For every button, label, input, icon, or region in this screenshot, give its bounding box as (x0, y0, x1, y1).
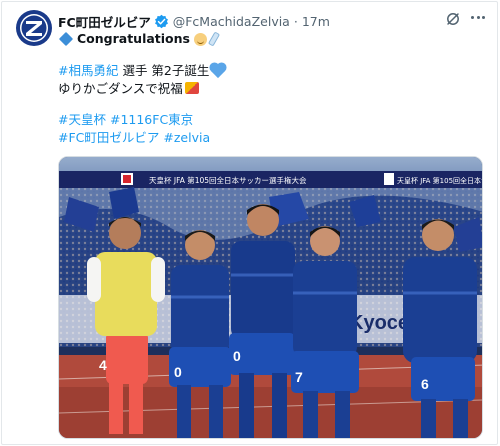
tweet-header: FC町田ゼルビア @FcMachidaZelvia · 17m (58, 11, 457, 31)
tweet-line-4: #天皇杯 #1116FC東京 (58, 111, 193, 129)
tweet-line-1: Congratulations (58, 30, 221, 48)
blue-heart-emoji-icon (211, 63, 226, 79)
keeper-number: 4 (99, 357, 107, 373)
baby-bottle-emoji-icon (207, 31, 221, 47)
hashtag-club[interactable]: #FC町田ゼルビア (58, 130, 159, 145)
congratulations-text: Congratulations (77, 31, 190, 46)
separator-dot: · (293, 13, 298, 29)
grok-icon[interactable] (445, 11, 461, 27)
tweet-line-2: #相馬勇紀 選手 第2子誕生 (58, 62, 226, 80)
player-2-number: 0 (233, 348, 241, 364)
verified-badge-icon (154, 14, 168, 28)
hashtag-soma[interactable]: #相馬勇紀 (58, 63, 118, 78)
player-1-number: 0 (174, 364, 182, 380)
avatar-icon[interactable] (16, 10, 52, 46)
user-handle[interactable]: @FcMachidaZelvia (173, 14, 290, 29)
more-options-icon[interactable] (471, 16, 487, 22)
tweet-line-5: #FC町田ゼルビア #zelvia (58, 129, 210, 147)
banner-text-left: 天皇杯 JFA 第105回全日本サッカー選手権大会 (149, 175, 307, 185)
baby-emoji-icon (194, 32, 207, 46)
hashtag-emperors-cup[interactable]: #天皇杯 (58, 112, 106, 127)
display-name[interactable]: FC町田ゼルビア (58, 12, 151, 31)
tweet-photo[interactable]: 天皇杯 JFA 第105回全日本サッカー選手権大会 天皇杯 JFA 第105回全… (58, 156, 483, 439)
player-3-number: 7 (295, 369, 303, 385)
timestamp[interactable]: 17m (302, 14, 330, 29)
player-4-number: 6 (421, 376, 429, 392)
tweet-card[interactable]: FC町田ゼルビア @FcMachidaZelvia · 17m Congratu… (1, 1, 498, 445)
tweet-line-2-text: 選手 第2子誕生 (118, 63, 210, 78)
blue-diamond-icon (58, 31, 74, 47)
team-celebration-photo: 天皇杯 JFA 第105回全日本サッカー選手権大会 天皇杯 JFA 第105回全… (59, 157, 483, 438)
hashtag-zelvia[interactable]: #zelvia (163, 130, 210, 145)
tweet-line-3: ゆりかごダンスで祝福 (58, 80, 199, 98)
tweet-line-3-text: ゆりかごダンスで祝福 (58, 81, 183, 96)
banner-text-right: 天皇杯 JFA 第105回全日本サッカー選手権大会 (397, 176, 483, 185)
party-emoji-icon (184, 82, 199, 94)
hashtag-match[interactable]: #1116FC東京 (110, 112, 193, 127)
